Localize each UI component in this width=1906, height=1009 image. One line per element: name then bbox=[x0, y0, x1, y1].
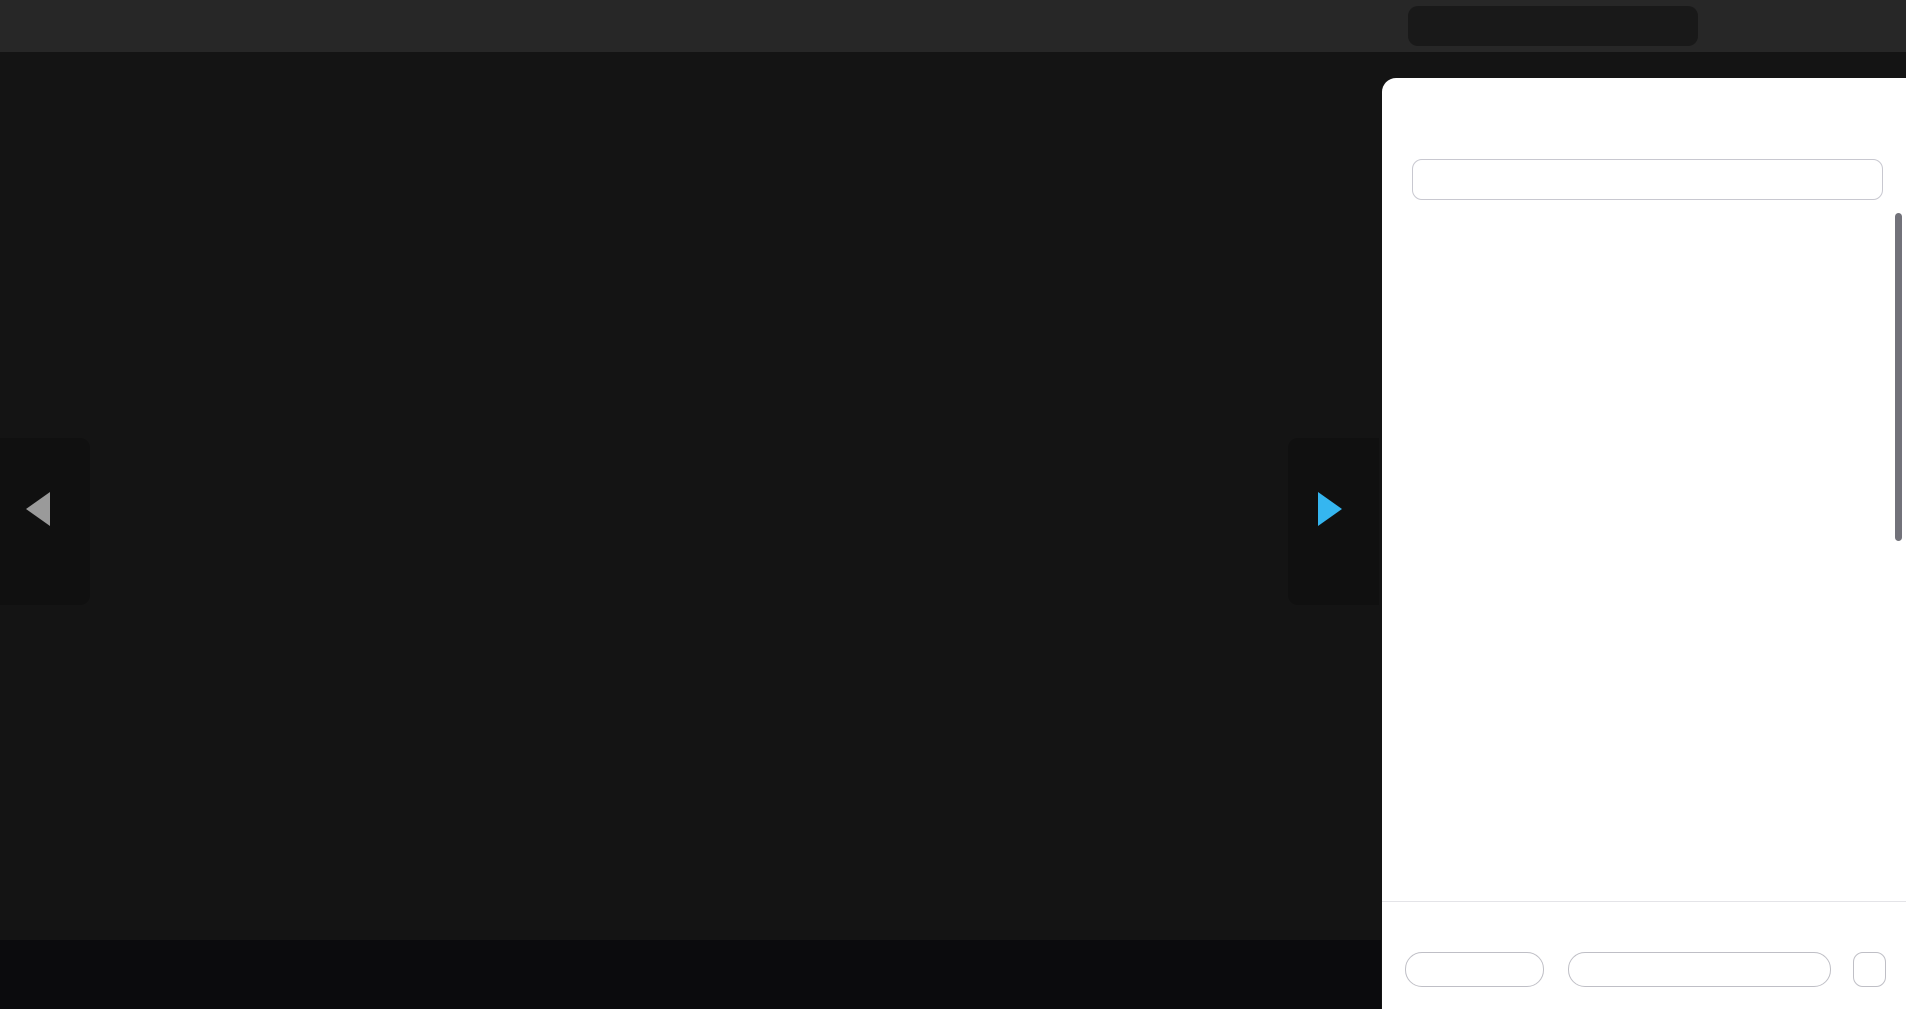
next-page-button[interactable] bbox=[1288, 438, 1379, 605]
previous-page-button[interactable] bbox=[0, 438, 90, 605]
title-bar bbox=[0, 0, 1906, 52]
zoom-meeting-window bbox=[0, 0, 1906, 1009]
arrow-left-icon bbox=[26, 492, 50, 526]
arrow-right-icon bbox=[1318, 492, 1342, 526]
search-participant-box bbox=[1412, 159, 1883, 200]
video-grid bbox=[0, 52, 1381, 940]
minimize-button[interactable] bbox=[1728, 10, 1762, 42]
scrollbar-thumb[interactable] bbox=[1895, 213, 1902, 541]
participants-panel bbox=[1382, 78, 1906, 1009]
close-panel-icon[interactable] bbox=[1872, 102, 1896, 126]
meeting-info-pill[interactable] bbox=[1408, 6, 1698, 46]
restore-button[interactable] bbox=[1800, 10, 1834, 42]
meeting-controls-toolbar bbox=[0, 940, 1381, 1009]
footer-divider bbox=[1382, 901, 1906, 902]
pop-out-icon[interactable] bbox=[1830, 102, 1854, 126]
invite-button[interactable] bbox=[1405, 952, 1544, 987]
more-options-button[interactable] bbox=[1853, 952, 1886, 987]
search-participant-input[interactable] bbox=[1451, 161, 1875, 200]
close-window-button[interactable] bbox=[1868, 10, 1902, 42]
mute-all-button[interactable] bbox=[1568, 952, 1831, 987]
